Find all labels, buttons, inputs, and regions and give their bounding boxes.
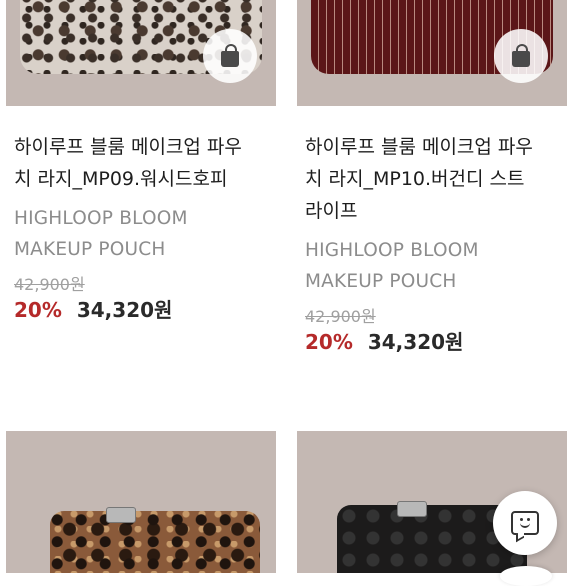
price-row: 20% 34,320원 — [305, 329, 567, 355]
add-to-cart-button[interactable] — [203, 29, 257, 83]
zipper-pull — [397, 501, 427, 517]
original-price: 42,900원 — [14, 275, 85, 294]
price-row: 20% 34,320원 — [14, 297, 276, 323]
sale-price: 34,320원 — [76, 298, 173, 322]
product-image[interactable] — [6, 431, 276, 573]
shopping-bag-icon — [221, 43, 239, 67]
floating-button-partial[interactable] — [500, 566, 552, 586]
shopping-bag-icon — [512, 43, 530, 67]
product-card[interactable]: 하이루프 블룸 메이크업 파우 치 라지_MP09.워시드호피 HIGHLOOP… — [6, 0, 276, 323]
discount-rate: 20% — [14, 298, 62, 322]
sale-price: 34,320원 — [367, 330, 464, 354]
add-to-cart-button[interactable] — [494, 29, 548, 83]
pouch-image-leopard — [50, 511, 260, 573]
original-price: 42,900원 — [305, 307, 376, 326]
product-image[interactable] — [6, 0, 276, 106]
product-card[interactable]: 하이루프 블룸 메이크업 파우 치 라지_MP10.버건디 스트 라이프 HIG… — [297, 0, 567, 355]
zipper-pull — [106, 507, 136, 523]
product-image[interactable] — [297, 0, 567, 106]
discount-rate: 20% — [305, 330, 353, 354]
smile-face — [517, 517, 533, 528]
chat-button[interactable] — [493, 491, 557, 555]
product-title[interactable]: 하이루프 블룸 메이크업 파우 치 라지_MP10.버건디 스트 라이프 — [305, 131, 560, 227]
product-english-name: HIGHLOOP BLOOM MAKEUP POUCH — [305, 240, 479, 292]
product-title[interactable]: 하이루프 블룸 메이크업 파우 치 라지_MP09.워시드호피 — [14, 131, 269, 195]
chat-bubble-icon — [511, 511, 539, 535]
product-english-name: HIGHLOOP BLOOM MAKEUP POUCH — [14, 208, 188, 260]
